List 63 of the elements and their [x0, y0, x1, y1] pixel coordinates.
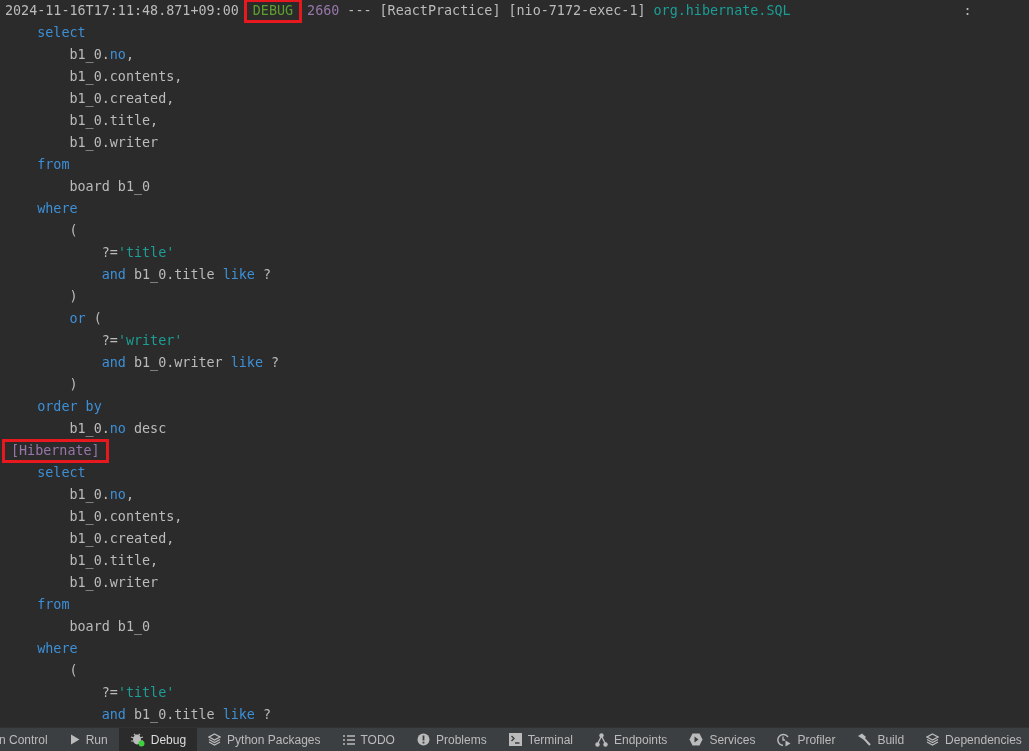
tool-window-tab[interactable]: Endpoints: [584, 728, 679, 751]
hammer-icon: [857, 733, 872, 746]
code-line: where: [36, 200, 78, 218]
code-line: select: [36, 464, 86, 482]
code-line: or (: [68, 310, 102, 328]
layers-icon: [208, 733, 222, 746]
code-line: b1_0.no,: [68, 46, 134, 65]
clock-play-icon: [777, 732, 792, 747]
terminal-icon: [508, 733, 522, 746]
code-line: b1_0.writer: [68, 574, 159, 593]
bug-icon: [129, 732, 145, 747]
code-line: b1_0.created,: [68, 90, 175, 109]
log-text: [nio-7172-exec-1]: [508, 2, 646, 20]
code-line: and b1_0.title like ?: [100, 706, 272, 725]
code-line: select: [36, 24, 86, 42]
tool-window-tab[interactable]: Profiler: [766, 728, 847, 751]
code-line: b1_0.created,: [68, 530, 175, 549]
separator: :: [963, 2, 972, 20]
warning-icon: [416, 733, 430, 746]
tool-window-tab[interactable]: Dependencies: [915, 728, 1029, 751]
code-line: where: [36, 640, 78, 658]
tool-window-tab[interactable]: Services: [678, 728, 767, 751]
log-text: [ReactPractice]: [379, 2, 501, 20]
process-id: 2660: [307, 2, 340, 20]
log-text: ---: [347, 2, 372, 20]
tool-window-tab[interactable]: Terminal: [497, 728, 584, 751]
code-line: from: [36, 156, 70, 174]
code-line: ?='writer': [100, 332, 183, 350]
network-icon: [595, 732, 608, 747]
log-level: DEBUG: [246, 2, 300, 20]
code-line: b1_0.title,: [68, 552, 159, 571]
play-icon: [69, 734, 80, 745]
code-line: ?='title': [100, 684, 175, 702]
code-line: b1_0.no,: [68, 486, 134, 505]
code-line: and b1_0.writer like ?: [100, 354, 280, 373]
code-line: ): [68, 288, 78, 306]
tool-window-tab[interactable]: Debug: [118, 728, 198, 751]
code-line: board b1_0: [68, 178, 151, 197]
code-line: (: [68, 222, 78, 240]
code-line: b1_0.contents,: [68, 508, 183, 527]
code-line: from: [36, 596, 70, 614]
tool-window-tab[interactable]: Run: [58, 728, 119, 751]
hexagon-play-icon: [689, 733, 704, 746]
code-line: b1_0.writer: [68, 134, 159, 153]
layers-icon: [926, 733, 940, 746]
code-line: ?='title': [100, 244, 175, 262]
tool-window-tab[interactable]: Build: [846, 728, 916, 751]
log-tag: [Hibernate]: [5, 442, 106, 460]
tool-window-tab[interactable]: TODO: [331, 728, 406, 751]
tool-window-tab[interactable]: n Control: [0, 728, 59, 751]
logger-name: org.hibernate.SQL: [653, 2, 791, 20]
list-icon: [342, 734, 355, 745]
code-line: (: [68, 662, 78, 680]
code-line: order by: [36, 398, 102, 416]
code-line: board b1_0: [68, 618, 151, 637]
code-line: ): [68, 376, 78, 394]
timestamp: 2024-11-16T17:11:48.871+09:00: [5, 2, 239, 20]
tool-window-tab[interactable]: Problems: [405, 728, 498, 751]
code-line: b1_0.no desc: [68, 420, 167, 439]
code-line: and b1_0.title like ?: [100, 266, 272, 285]
tool-window-tab[interactable]: Python Packages: [197, 728, 332, 751]
code-line: b1_0.title,: [68, 112, 159, 131]
code-line: b1_0.contents,: [68, 68, 183, 87]
